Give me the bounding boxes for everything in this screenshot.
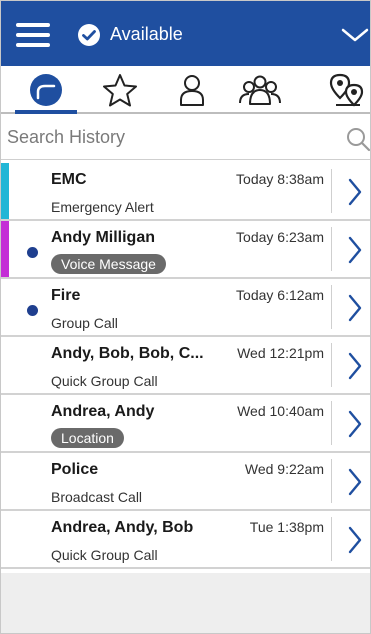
- row-divider: [331, 459, 332, 503]
- history-row-subtitle: Broadcast Call: [51, 489, 143, 505]
- row-divider: [331, 169, 332, 213]
- history-row[interactable]: Fire Group Call Today 6:12am: [1, 279, 370, 337]
- hamburger-icon[interactable]: [16, 23, 50, 47]
- presence-status[interactable]: Available: [110, 23, 183, 45]
- chevron-right-icon[interactable]: [347, 352, 363, 380]
- history-row-subtitle: Quick Group Call: [51, 547, 158, 563]
- voice-accent-bar: [1, 221, 9, 277]
- history-row-name: Andrea, Andy, Bob: [51, 519, 194, 536]
- row-accent-bar: [1, 279, 9, 335]
- row-divider: [331, 401, 332, 445]
- history-row-name: EMC: [51, 171, 87, 188]
- history-row[interactable]: Andy, Bob, Bob, C... Quick Group Call We…: [1, 337, 370, 395]
- tab-favorites[interactable]: [91, 66, 149, 114]
- map-pins-icon: [329, 73, 364, 107]
- tab-groups[interactable]: [231, 66, 289, 114]
- history-row-time: Wed 10:40am: [237, 403, 324, 419]
- history-row[interactable]: Andrea, Andy, Bob Quick Group Call Tue 1…: [1, 511, 370, 569]
- history-row-name: Fire: [51, 287, 81, 304]
- row-divider: [331, 285, 332, 329]
- app-header: Available: [1, 1, 370, 66]
- group-icon: [239, 75, 281, 105]
- voice-message-badge: Voice Message: [51, 254, 166, 274]
- tab-contacts[interactable]: [163, 66, 221, 114]
- history-row[interactable]: Police Broadcast Call Wed 9:22am: [1, 453, 370, 511]
- history-row[interactable]: Andrea, Andy Location Wed 10:40am: [1, 395, 370, 453]
- app-frame: Available Search History EMC Emergency A…: [0, 0, 371, 634]
- history-row[interactable]: Andy Milligan Voice Message Today 6:23am: [1, 221, 370, 279]
- emergency-accent-bar: [1, 163, 9, 219]
- history-row-name: Andy Milligan: [51, 229, 155, 246]
- row-divider: [331, 343, 332, 387]
- row-divider: [331, 517, 332, 561]
- row-accent-bar: [1, 337, 9, 393]
- row-divider: [331, 227, 332, 271]
- row-accent-bar: [1, 395, 9, 451]
- history-row-time: Today 8:38am: [236, 171, 324, 187]
- history-row-name: Andrea, Andy: [51, 403, 155, 420]
- history-row-name: Police: [51, 461, 99, 478]
- empty-list-area: [1, 573, 370, 633]
- history-list: EMC Emergency Alert Today 8:38am Andy Mi…: [1, 163, 370, 569]
- tab-history[interactable]: [17, 66, 75, 114]
- history-icon: [30, 74, 62, 106]
- search-icon[interactable]: [345, 126, 371, 152]
- history-row-time: Today 6:12am: [236, 287, 324, 303]
- history-row[interactable]: EMC Emergency Alert Today 8:38am: [1, 163, 370, 221]
- tab-map[interactable]: [317, 66, 370, 114]
- history-row-time: Wed 12:21pm: [237, 345, 324, 361]
- search-bar: [1, 114, 370, 160]
- person-icon: [180, 75, 204, 106]
- check-circle-icon[interactable]: [78, 24, 100, 46]
- search-input[interactable]: [7, 122, 327, 152]
- chevron-right-icon[interactable]: [347, 526, 363, 554]
- chevron-right-icon[interactable]: [347, 410, 363, 438]
- unread-dot: [27, 305, 38, 316]
- history-row-time: Wed 9:22am: [244, 461, 324, 477]
- star-icon: [103, 74, 137, 107]
- history-row-subtitle: Quick Group Call: [51, 373, 158, 389]
- chevron-down-icon[interactable]: [341, 27, 369, 43]
- chevron-right-icon[interactable]: [347, 236, 363, 264]
- row-accent-bar: [1, 453, 9, 509]
- history-row-name: Andy, Bob, Bob, C...: [51, 345, 204, 362]
- row-accent-bar: [1, 511, 9, 567]
- chevron-right-icon[interactable]: [347, 178, 363, 206]
- location-badge: Location: [51, 428, 124, 448]
- chevron-right-icon[interactable]: [347, 468, 363, 496]
- chevron-right-icon[interactable]: [347, 294, 363, 322]
- history-row-subtitle: Group Call: [51, 315, 118, 331]
- history-row-time: Today 6:23am: [236, 229, 324, 245]
- history-row-subtitle: Emergency Alert: [51, 199, 154, 215]
- unread-dot: [27, 247, 38, 258]
- history-row-time: Tue 1:38pm: [249, 519, 324, 535]
- tab-bar: [1, 66, 370, 114]
